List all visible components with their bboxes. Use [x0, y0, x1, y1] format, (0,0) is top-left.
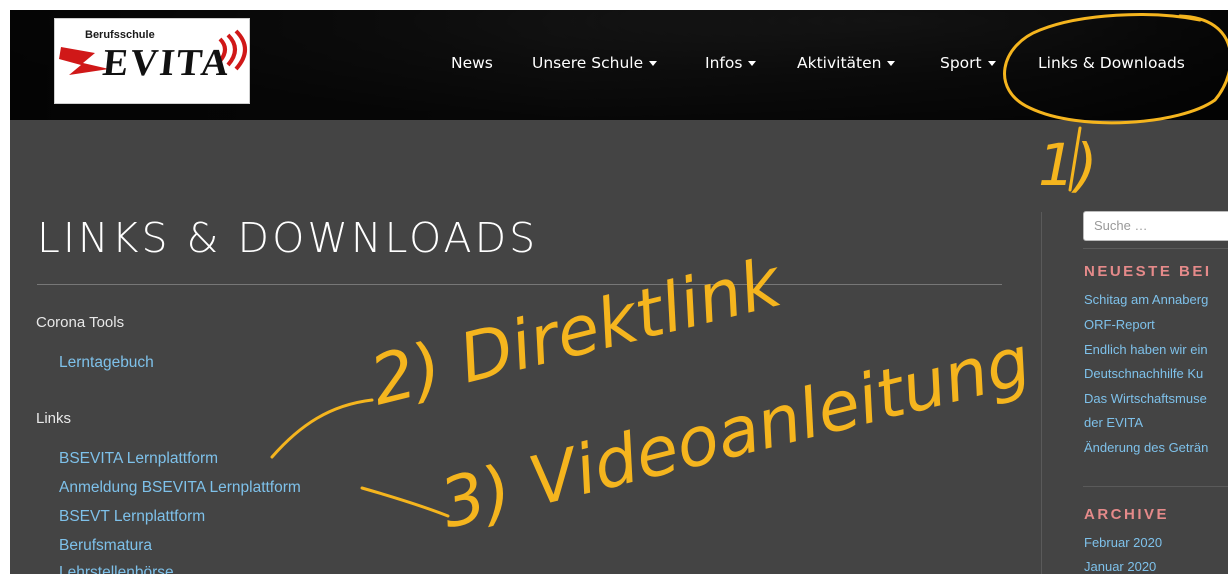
marker1: 1)	[1038, 131, 1098, 199]
arrow-line-2	[270, 398, 374, 459]
arrow-line-3	[360, 486, 450, 518]
circle-around-links-downloads	[1003, 13, 1228, 125]
handwritten-annotation-overlay: 1) 2) Direktlink 3) Videoanleitung	[270, 13, 1228, 544]
